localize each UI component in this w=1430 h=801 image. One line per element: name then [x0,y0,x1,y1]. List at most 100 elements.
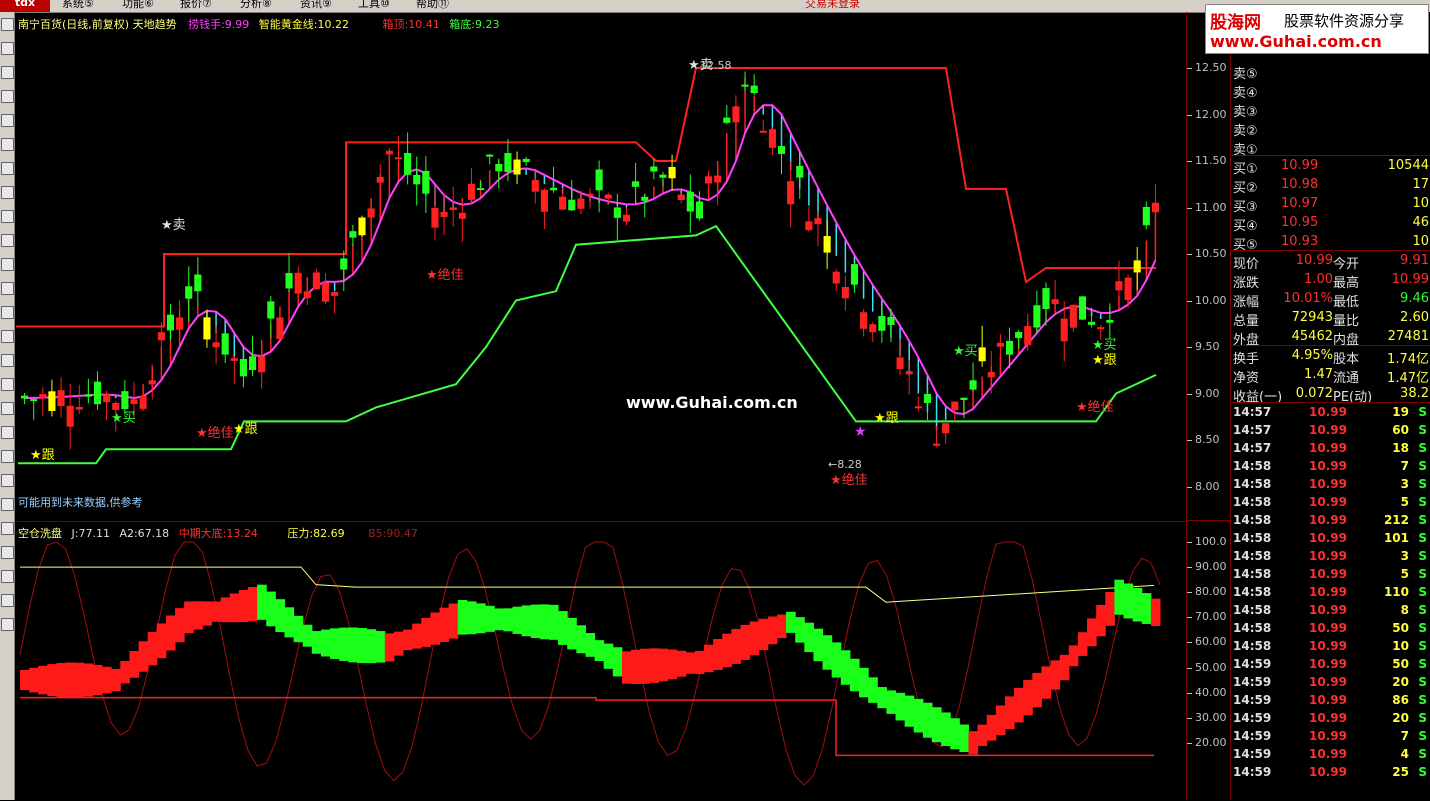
candle-body [504,153,512,172]
quote-stat-row: 涨跌 1.00 最高 10.99 [1231,271,1430,291]
tick-trade-row: 14:58 10.99 3 S [1231,476,1430,494]
toolbar-button[interactable] [1,546,14,559]
toolbar-button[interactable] [1,162,14,175]
toolbar-button[interactable] [1,426,14,439]
candle-body [723,117,731,123]
toolbar-button[interactable] [1,306,14,319]
candle-body [768,129,776,148]
toolbar-button[interactable] [1,42,14,55]
tick-trade-row: 14:58 10.99 3 S [1231,548,1430,566]
candle-body [394,157,403,160]
toolbar-button[interactable] [1,114,14,127]
stat-label: 股本 [1333,352,1360,367]
trade-price: 10.99 [1309,585,1347,599]
tick-trade-row: 14:59 10.99 7 S [1231,728,1430,746]
cloud-band-segment [448,603,459,639]
toolbar-button[interactable] [1,594,14,607]
toolbar-button[interactable] [1,618,14,631]
cloud-band-segment [758,618,769,650]
candle-body [805,221,813,231]
toolbar-button[interactable] [1,450,14,463]
stat-value: 1.47亿 [1387,371,1429,386]
toolbar-button[interactable] [1,210,14,223]
kline-chart-pane[interactable]: 南宁百货(日线,前复权) 天地趋势 捞钱手:9.99 智能黄金线:10.22 箱… [16,12,1186,520]
cloud-band-segment [904,695,915,727]
toolbar-button[interactable] [1,354,14,367]
menu-system[interactable]: 系统⑤ [62,0,94,11]
tick-mark [1187,717,1192,719]
toolbar-button[interactable] [1,90,14,103]
trade-price: 10.99 [1309,459,1347,473]
cloud-band-segment [567,617,577,650]
cloud-band-segment [859,667,869,698]
best-signal-1: ★绝佳 [196,426,234,441]
cloud-band-segment [640,648,650,684]
menu-help[interactable]: 帮助⑪ [416,0,449,11]
trade-price: 10.99 [1309,747,1347,761]
candle-body [230,358,238,361]
toolbar-button[interactable] [1,282,14,295]
cloud-band-segment [38,665,48,695]
tick-mark [1187,254,1192,255]
trade-volume: 7 [1400,459,1409,473]
candle-body [84,394,92,397]
cloud-band-segment [1050,660,1061,690]
pressure-line [20,566,1155,603]
indicator-pane[interactable]: 空仓洗盘 J:77.11 A2:67.18 中期大底:13.24 压力:82.6… [16,521,1186,801]
candle-body [887,316,895,325]
toolbar-button[interactable] [1,234,14,247]
trade-side: S [1418,513,1427,527]
best-signal-4: ★绝佳 [1076,400,1114,415]
trade-side: S [1418,711,1427,725]
trade-price: 10.99 [1309,495,1347,509]
candle-body [249,356,257,371]
menu-analysis[interactable]: 分析⑧ [240,0,272,11]
candle-body [686,191,694,212]
trade-volume: 18 [1392,441,1409,455]
cloud-band-segment [366,629,377,664]
cloud-band-segment [284,607,295,638]
cloud-band-segment [767,616,778,645]
stat-value: 1.74亿 [1387,352,1429,367]
candle-body [987,372,995,378]
toolbar-button[interactable] [1,330,14,343]
menu-info[interactable]: 资讯⑨ [300,0,332,11]
trade-time: 14:58 [1233,639,1272,653]
menu-function[interactable]: 功能⑥ [122,0,154,11]
candle-body [914,406,922,409]
quote-stat-row: 现价 10.99 今开 9.91 [1231,252,1430,272]
trade-price: 10.99 [1309,531,1347,545]
toolbar-button[interactable] [1,570,14,583]
tick-trade-row: 14:58 10.99 50 S [1231,620,1430,638]
indicator-title: 空仓洗盘 [18,527,62,540]
trade-time: 14:57 [1233,441,1272,455]
stat-value: 10.99 [1391,272,1429,287]
cloud-band-segment [1096,604,1106,637]
toolbar-button[interactable] [1,138,14,151]
candle-body [960,397,968,401]
candle-body [294,272,302,294]
high-price-mark: 12.58 [700,59,732,72]
bid-volume: 10 [1412,196,1429,211]
menu-quote[interactable]: 报价⑦ [180,0,212,11]
toolbar-button[interactable] [1,474,14,487]
toolbar-button[interactable] [1,402,14,415]
tick-trade-row: 14:58 10.99 10 S [1231,638,1430,656]
toolbar-button[interactable] [1,66,14,79]
candle-body [796,165,804,178]
toolbar-button[interactable] [1,498,14,511]
candle-body [1069,304,1077,328]
toolbar-button[interactable] [1,258,14,271]
toolbar-button[interactable] [1,186,14,199]
b5-line [19,541,1161,786]
ind-b5: B5:90.47 [368,527,418,540]
menu-tools[interactable]: 工具⑩ [358,0,390,11]
cloud-band-segment [266,591,276,627]
cloud-band-segment [667,649,678,680]
candle-body [57,390,65,407]
toolbar-button[interactable] [1,522,14,535]
candle-body [896,357,904,370]
toolbar-button[interactable] [1,18,14,31]
toolbar-button[interactable] [1,378,14,391]
trade-price: 10.99 [1309,567,1347,581]
